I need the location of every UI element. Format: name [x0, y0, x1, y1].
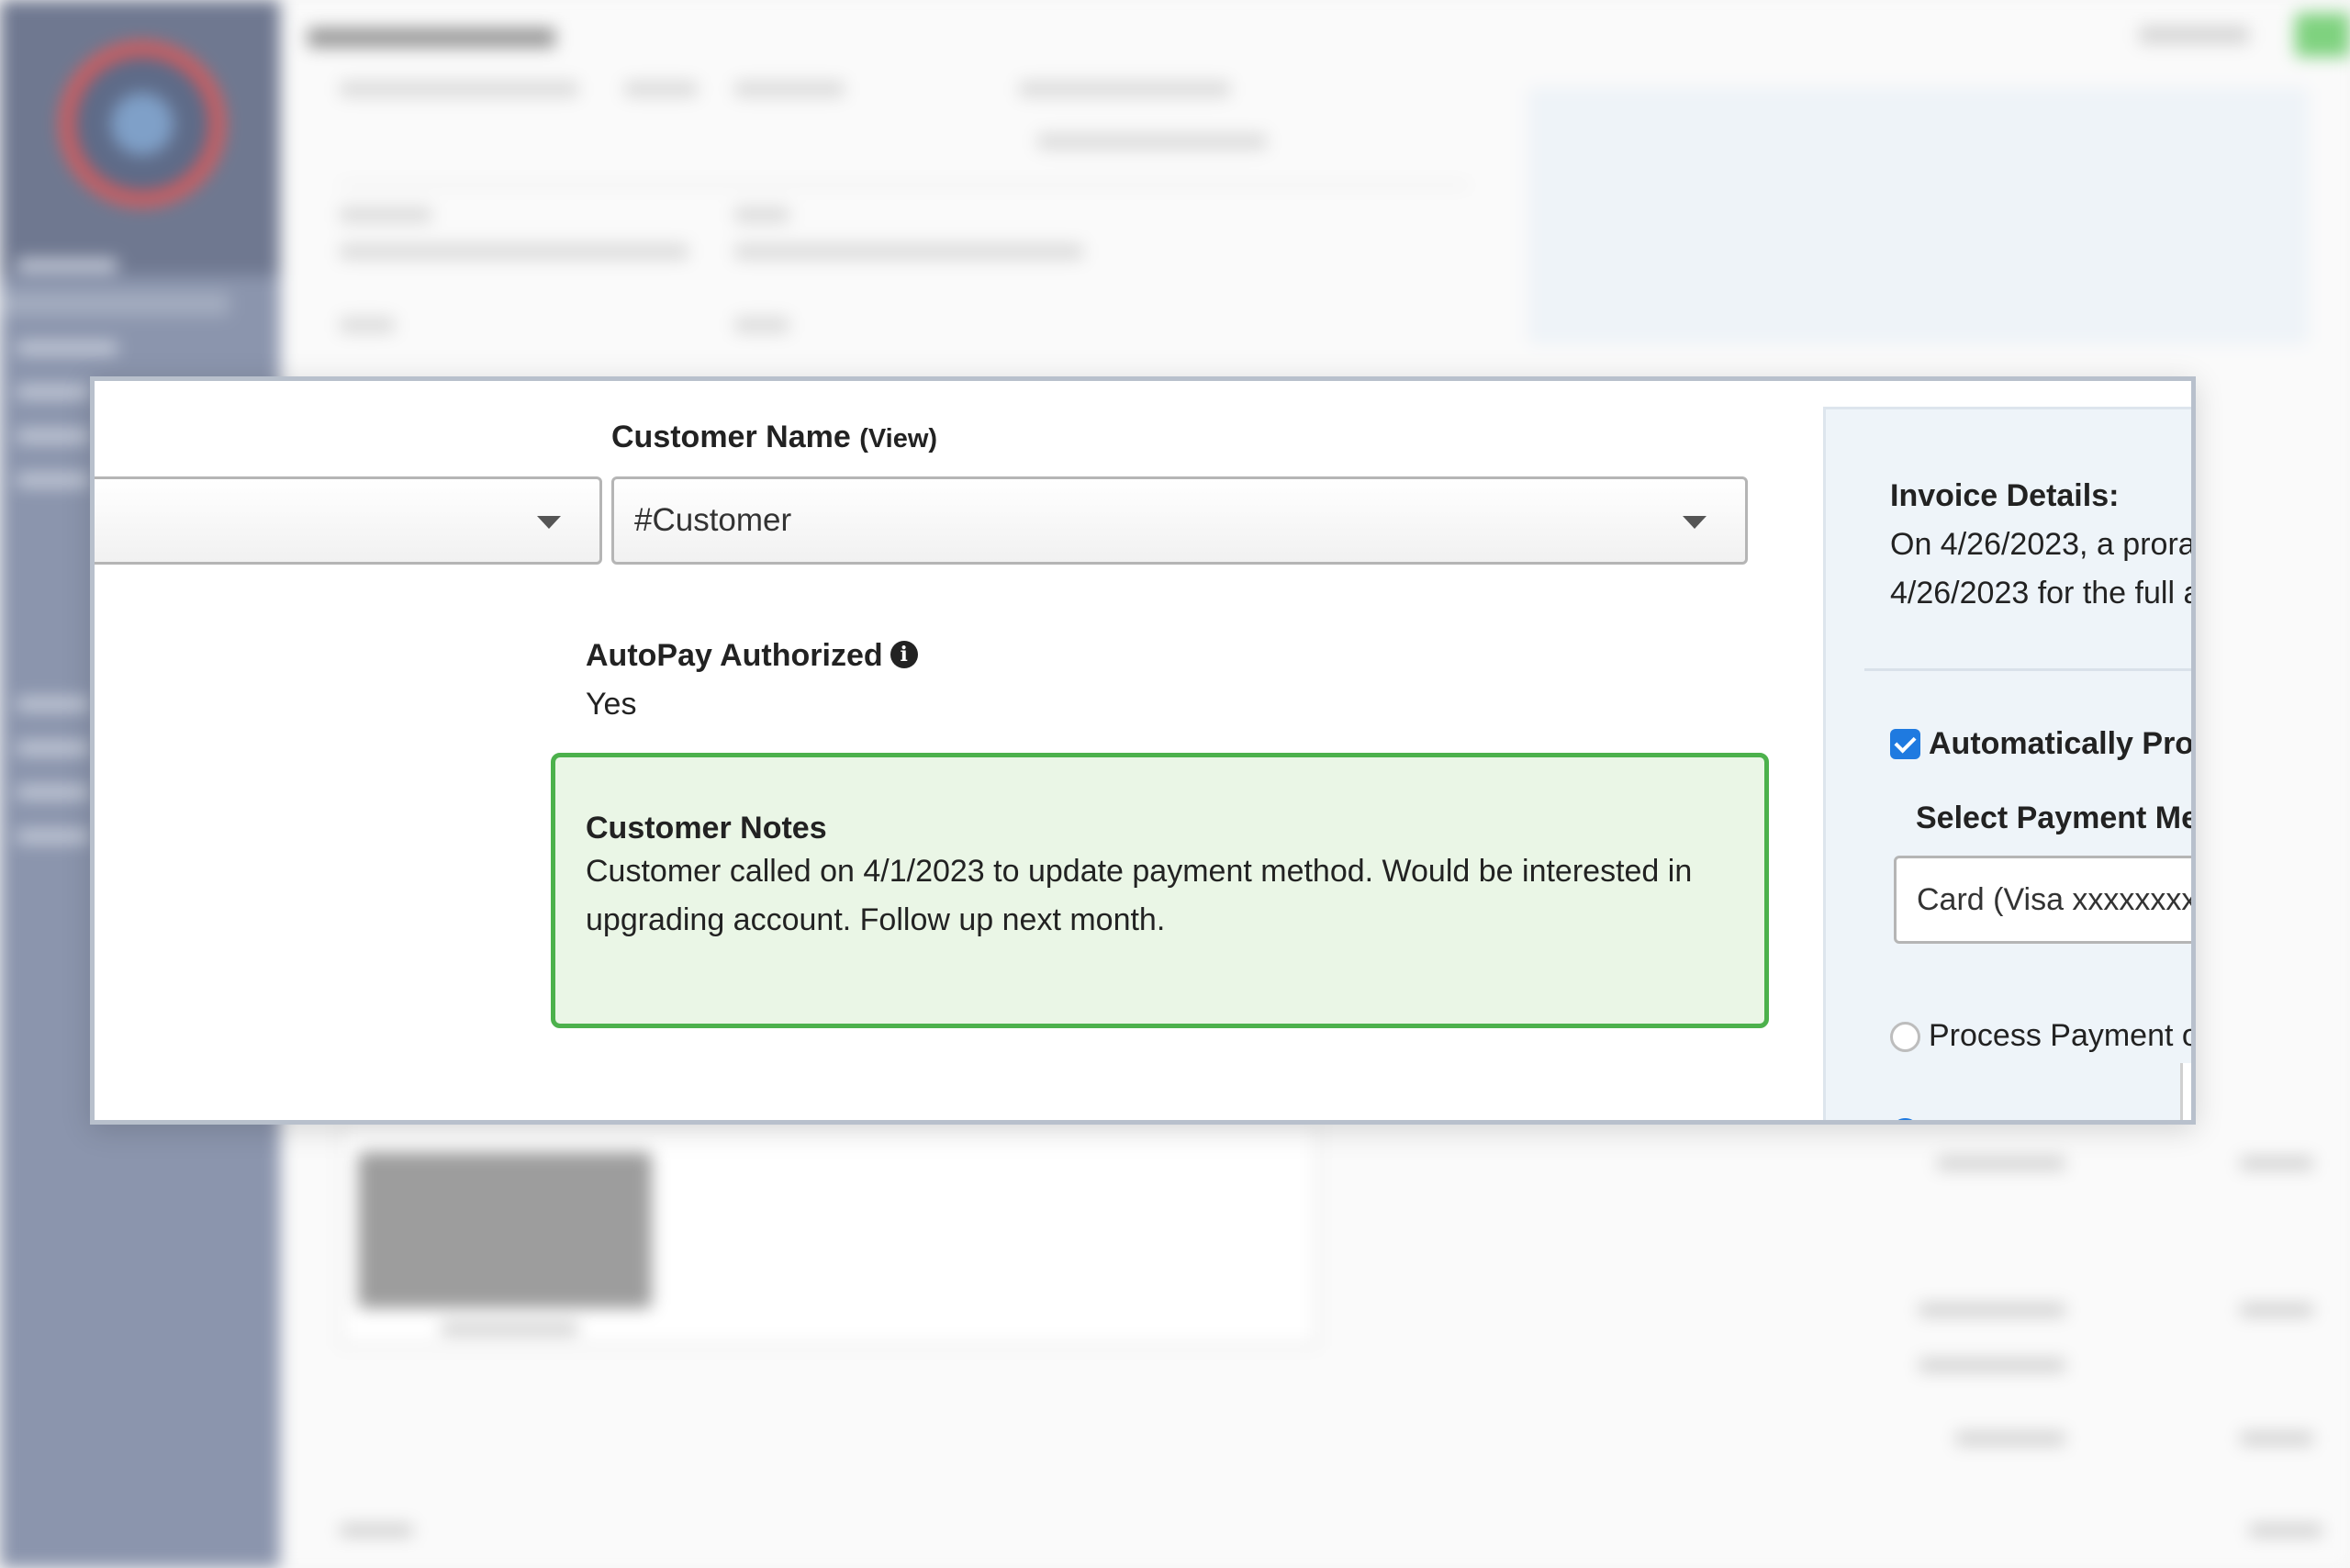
autopay-label-text: AutoPay Authorized — [586, 638, 883, 673]
background-nav-item — [17, 698, 90, 711]
background-row — [1937, 1157, 2065, 1170]
customer-name-label: Customer Name (View) — [611, 420, 937, 455]
background-field — [340, 243, 688, 260]
background-field — [734, 317, 789, 333]
background-button — [2139, 26, 2249, 44]
autopay-label: AutoPay Authorized i — [586, 638, 918, 674]
background-nav-item — [17, 742, 90, 755]
focused-form-panel: Customer Name (View) #Customer AutoPay A… — [90, 376, 2196, 1125]
background-nav-item — [17, 474, 90, 487]
background-row — [2240, 1157, 2313, 1170]
background-field — [1037, 133, 1267, 150]
chevron-down-icon — [537, 516, 561, 529]
previous-field-select[interactable] — [95, 476, 602, 565]
process-payment-radio[interactable] — [1890, 1118, 1920, 1120]
autopay-value: Yes — [586, 687, 637, 722]
background-field — [340, 317, 395, 333]
background-nav-item — [17, 786, 90, 799]
background-nav-item — [0, 292, 229, 316]
background-row — [441, 1322, 578, 1335]
background-divider — [340, 184, 1469, 186]
process-payment-option-label: Process Payment o — [1929, 1018, 2196, 1053]
background-row — [2240, 1304, 2313, 1316]
customer-name-label-text: Customer Name — [611, 420, 851, 454]
background-nav-item — [17, 830, 90, 843]
customer-name-select[interactable]: #Customer — [611, 476, 1748, 565]
background-primary-button — [2295, 13, 2350, 57]
background-field — [1019, 81, 1230, 97]
background-thumbnail — [358, 1152, 652, 1308]
background-field — [340, 207, 431, 223]
process-payment-label: Process Payment — [1929, 1114, 2173, 1120]
process-payment-option-radio[interactable] — [1890, 1022, 1920, 1052]
payment-method-value: Card (Visa xxxxxxxx — [1917, 881, 2196, 917]
background-field — [624, 81, 698, 97]
customer-notes-body: Customer called on 4/1/2023 to update pa… — [586, 847, 1742, 945]
customer-notes-box: Customer Notes Customer called on 4/1/20… — [551, 753, 1769, 1028]
chevron-down-icon — [1683, 516, 1707, 529]
customer-view-link[interactable]: (View) — [859, 424, 937, 454]
background-row — [2240, 1432, 2313, 1445]
background-row — [1955, 1432, 2065, 1445]
payment-method-select[interactable]: Card (Visa xxxxxxxx — [1894, 856, 2196, 944]
background-nav-item — [17, 386, 90, 398]
background-field — [734, 207, 789, 223]
panel-divider — [1864, 668, 2191, 671]
payment-method-label: Select Payment Me — [1916, 801, 2196, 835]
background-page-title — [308, 28, 555, 48]
partial-field — [2180, 1063, 2191, 1120]
auto-process-label: Automatically Proc — [1929, 726, 2196, 761]
background-field — [340, 81, 578, 97]
background-row — [2249, 1524, 2322, 1537]
background-nav-item — [17, 430, 90, 442]
invoice-details-line: 4/26/2023 for the full a — [1890, 576, 2196, 610]
background-row — [1919, 1304, 2065, 1316]
background-nav-item — [17, 259, 118, 272]
background-nav-item — [17, 342, 118, 354]
auto-process-checkbox[interactable] — [1890, 729, 1920, 759]
logo-icon — [60, 41, 225, 207]
background-field — [734, 81, 845, 97]
customer-name-value: #Customer — [634, 502, 792, 538]
background-row — [340, 1524, 413, 1537]
customer-notes-line: Customer called on 4/1/2023 to update pa… — [586, 854, 1693, 889]
background-field — [734, 243, 1083, 260]
customer-notes-title: Customer Notes — [586, 811, 827, 846]
info-icon[interactable]: i — [890, 641, 918, 669]
invoice-details-title: Invoice Details: — [1890, 478, 2120, 513]
background-row — [1919, 1359, 2065, 1372]
invoice-details-line: On 4/26/2023, a prorat — [1890, 527, 2196, 562]
invoice-details-panel: Invoice Details: On 4/26/2023, a prorat … — [1823, 407, 2196, 1120]
background-panel — [1528, 87, 2309, 344]
customer-notes-line: upgrading account. Follow up next month. — [586, 902, 1166, 937]
